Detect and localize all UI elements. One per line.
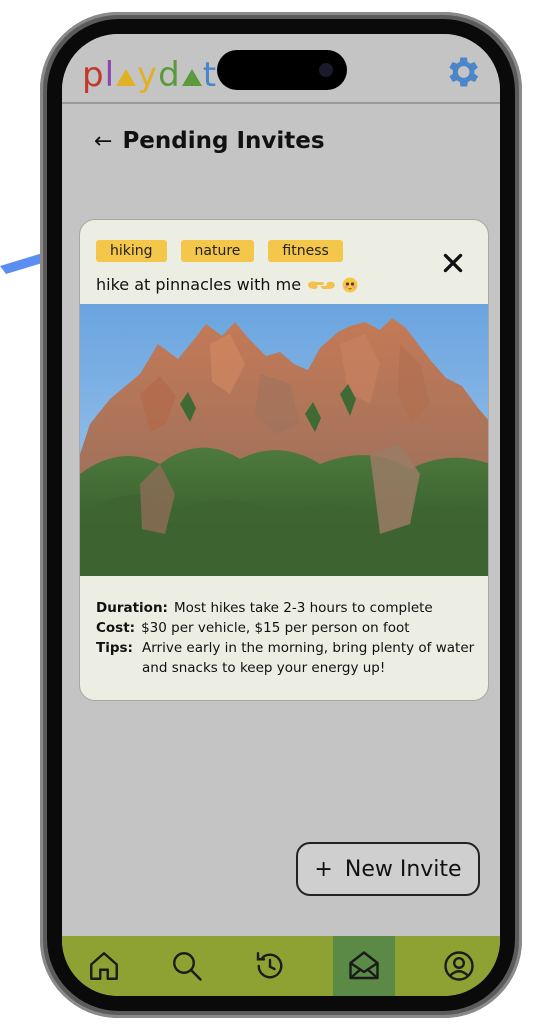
new-invite-button[interactable]: + New Invite <box>296 842 480 896</box>
invite-title-row: hike at pinnacles with me <box>96 275 358 294</box>
history-icon <box>256 952 282 979</box>
tag-badge: nature <box>180 240 255 262</box>
logo-letter: p <box>82 55 105 95</box>
nav-history[interactable] <box>228 936 311 996</box>
tag-list: hiking nature fitness <box>96 240 343 262</box>
top-bar: p l y d t <box>62 34 500 104</box>
detail-row-tips: Tips: Arrive early in the morning, bring… <box>96 638 476 678</box>
nav-search[interactable] <box>145 936 228 996</box>
nav-inbox[interactable] <box>333 936 395 996</box>
page-title: Pending Invites <box>122 128 325 154</box>
tag-badge: fitness <box>268 240 343 262</box>
detail-value: Most hikes take 2-3 hours to complete <box>173 600 433 616</box>
pointing-hands-emoji-icon <box>307 277 358 293</box>
profile-icon <box>443 951 474 981</box>
logo-triangle-icon <box>181 69 202 86</box>
back-arrow-icon[interactable]: ← <box>94 129 112 154</box>
invite-card[interactable]: hiking nature fitness hike at pinnacles … <box>79 219 489 701</box>
invite-details: Duration: Most hikes take 2-3 hours to c… <box>96 598 476 678</box>
detail-value: Arrive early in the morning, bring plent… <box>142 640 475 676</box>
close-icon[interactable] <box>440 250 466 276</box>
tag-badge: hiking <box>96 240 167 262</box>
logo-triangle-icon <box>116 69 137 86</box>
invite-title: hike at pinnacles with me <box>96 275 302 294</box>
detail-label: Tips: <box>96 640 133 656</box>
detail-row-cost: Cost: $30 per vehicle, $15 per person on… <box>96 618 476 638</box>
camera-icon <box>319 63 333 77</box>
home-icon <box>89 952 118 980</box>
logo-letter: l <box>104 55 116 95</box>
page-header: ← Pending Invites <box>94 128 325 154</box>
nav-home[interactable] <box>62 936 145 996</box>
detail-row-duration: Duration: Most hikes take 2-3 hours to c… <box>96 598 476 618</box>
pinnacles-photo <box>80 304 488 576</box>
gear-icon[interactable] <box>442 52 482 92</box>
new-invite-label: New Invite <box>344 856 462 882</box>
logo-letter: t <box>202 55 218 95</box>
detail-label: Cost: <box>96 620 136 636</box>
nav-profile[interactable] <box>417 936 500 996</box>
playdat-logo[interactable]: p l y d t <box>82 52 217 92</box>
dynamic-island <box>217 50 347 90</box>
detail-label: Duration: <box>96 600 168 616</box>
detail-value: $30 per vehicle, $15 per person on foot <box>141 620 410 636</box>
inbox-icon <box>349 951 379 980</box>
app-screen: p l y d t ← Pending Invites hiking natur… <box>62 34 500 996</box>
plus-icon: + <box>314 856 333 882</box>
search-icon <box>172 952 202 981</box>
logo-letter: y <box>137 55 159 95</box>
bottom-nav <box>62 936 500 996</box>
logo-letter: d <box>158 55 181 95</box>
